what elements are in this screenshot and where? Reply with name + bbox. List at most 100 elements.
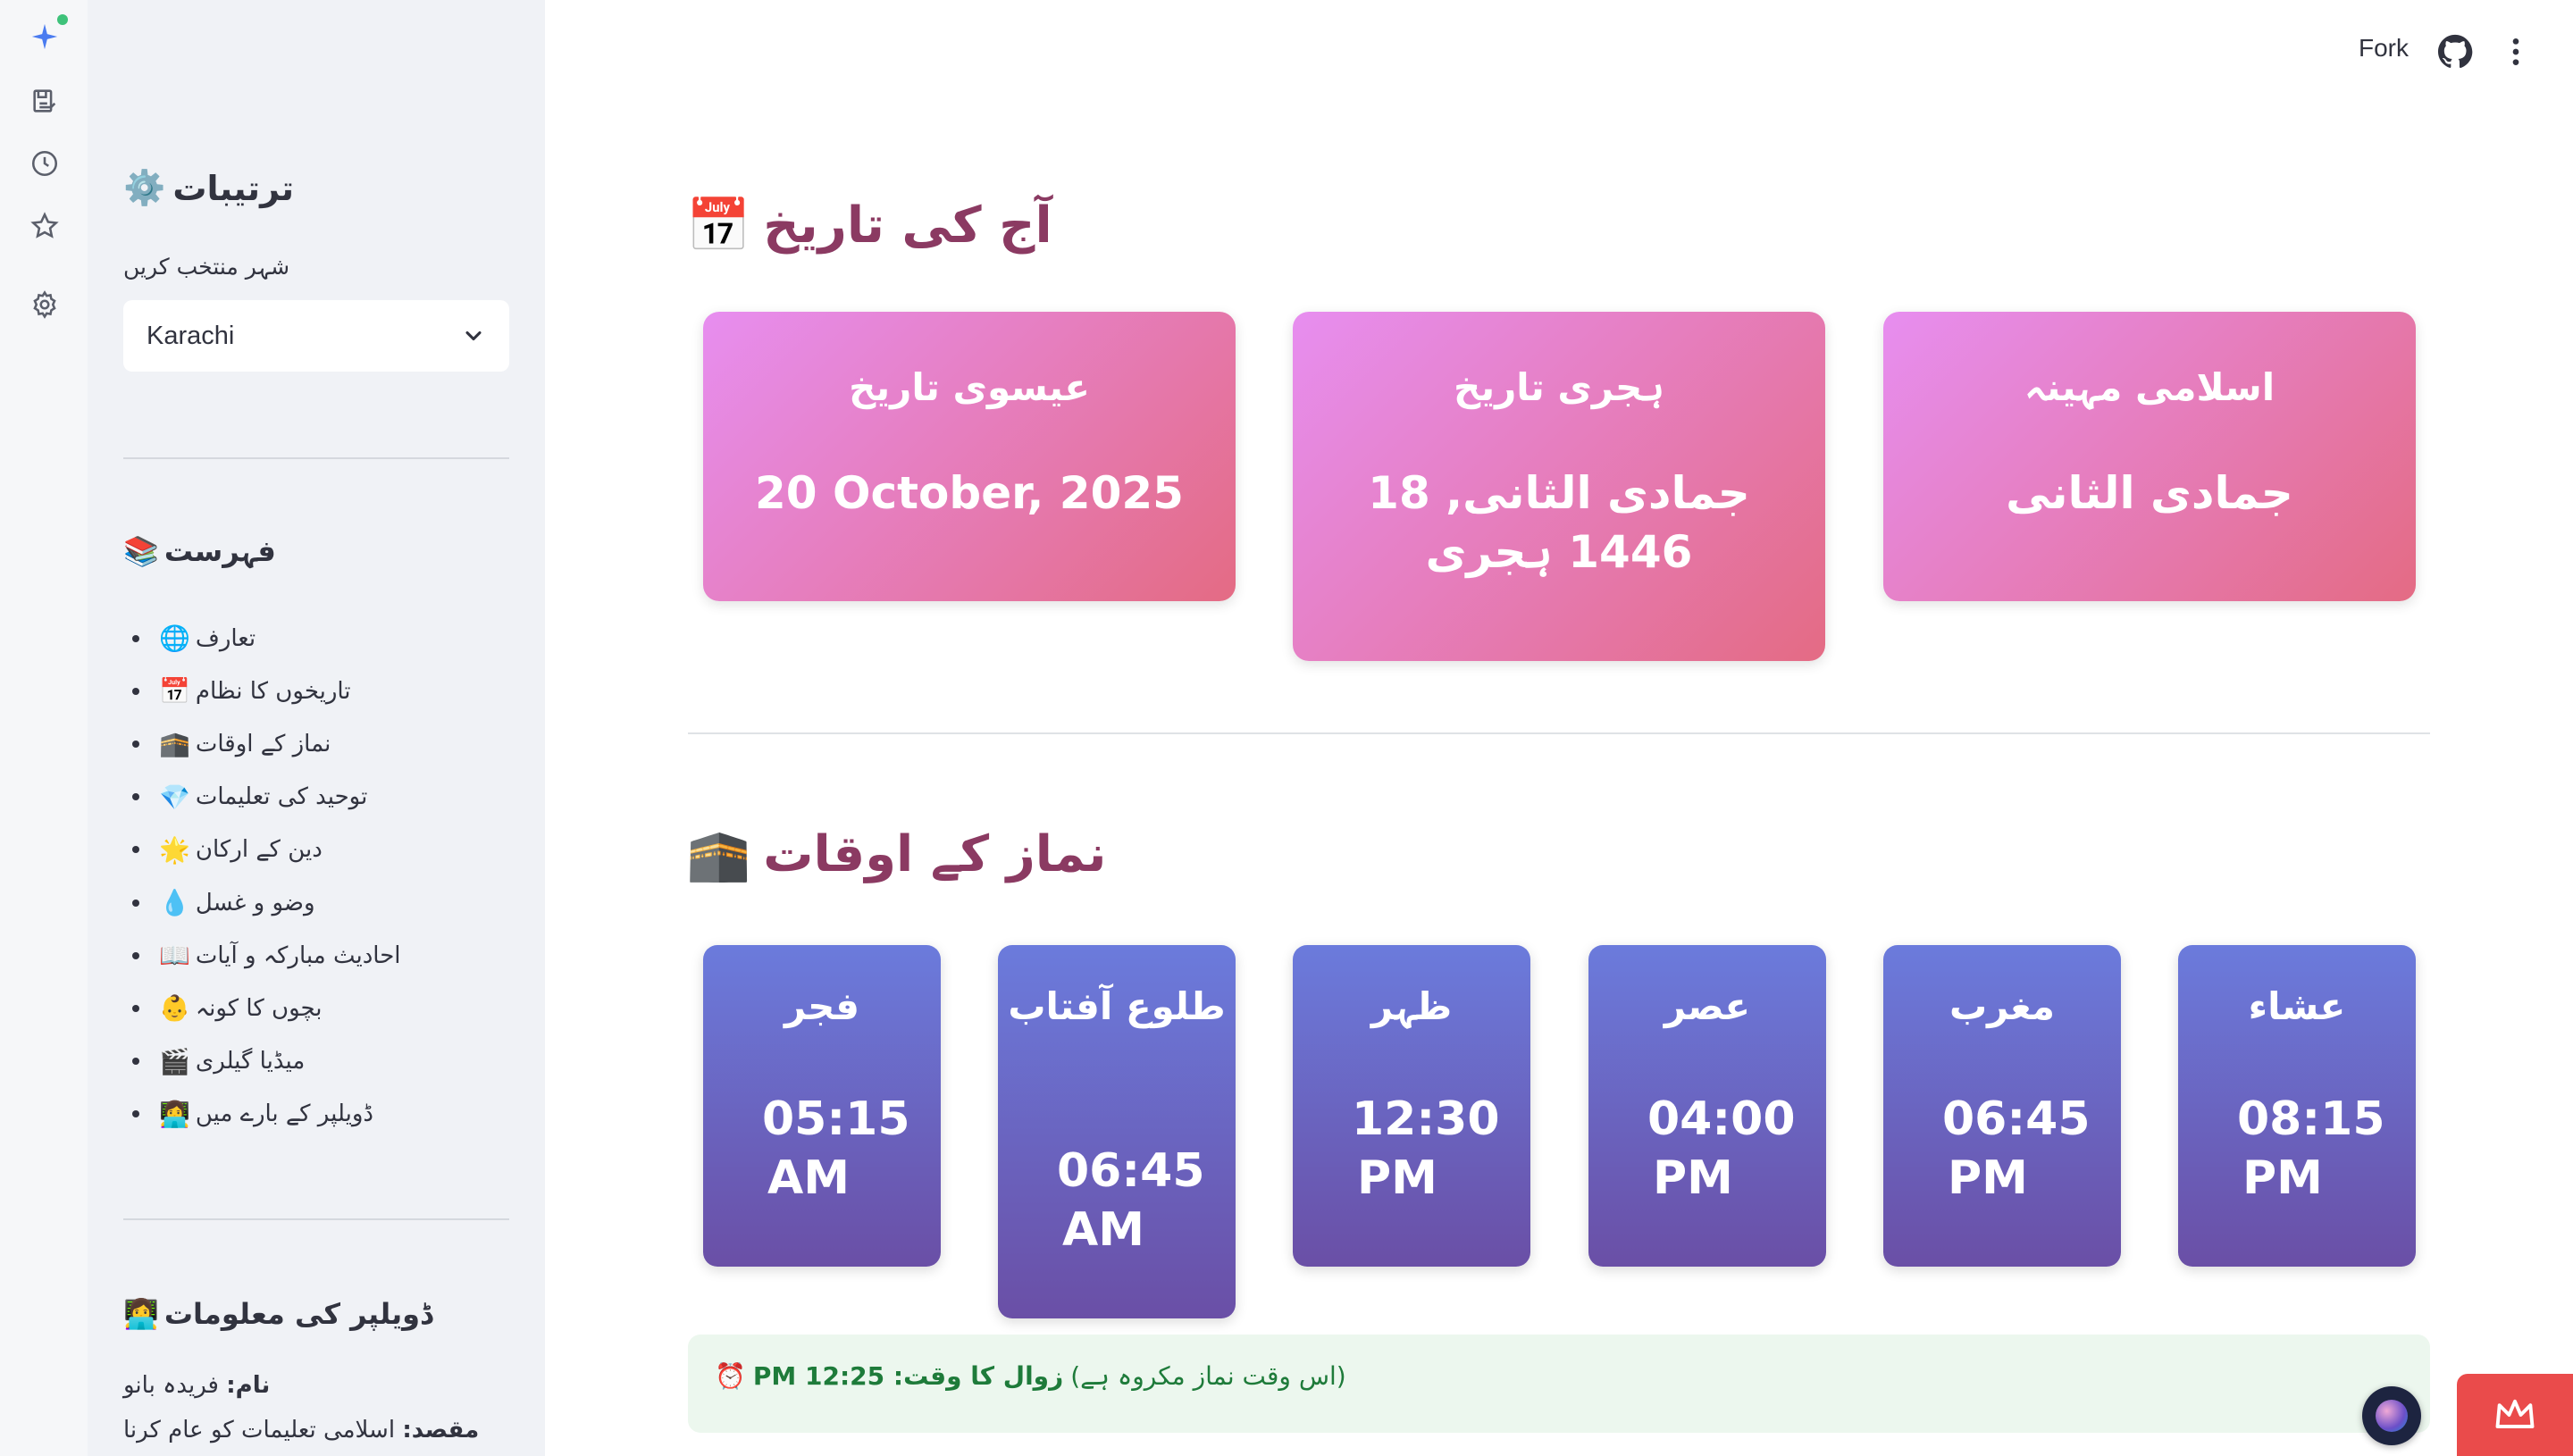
prayer-time: 04:00	[1647, 1092, 1796, 1146]
clock-icon[interactable]	[26, 145, 63, 182]
date-card-islamic-month: اسلامی مہینہ جمادی الثانی	[1883, 312, 2416, 601]
app-avatar-button[interactable]	[2362, 1386, 2421, 1445]
date-card-caption: عیسوی تاریخ	[849, 365, 1090, 409]
calendar-icon: 📅	[686, 195, 751, 255]
date-card-hijri: ہجری تاریخ جمادی الثانی, 18 1446 ہجری	[1293, 312, 1825, 661]
prayer-card-dhuhr: ظہر 12:30 PM	[1293, 945, 1530, 1267]
dev-info-title-text: ڈویلپر کی معلومات	[163, 1297, 433, 1331]
chevron-down-icon	[465, 331, 482, 341]
kebab-menu-icon[interactable]	[2498, 34, 2534, 70]
save-icon[interactable]	[26, 82, 63, 120]
streamlit-badge[interactable]	[2457, 1374, 2573, 1456]
sparkle-icon[interactable]	[26, 18, 63, 55]
toc-item[interactable]: 📖 احادیث مبارکہ و آیات	[123, 929, 509, 982]
bullet	[132, 687, 139, 695]
prayer-name: عصر	[1664, 984, 1751, 1028]
toc-item[interactable]: 📅 تاریخوں کا نظام	[123, 665, 509, 717]
dev-name-key: نام:	[226, 1372, 271, 1399]
prayer-name: فجر	[784, 984, 859, 1028]
toc-item-label: نماز کے اوقات	[195, 730, 331, 757]
prayer-name: طلوع آفتاب	[1008, 984, 1226, 1028]
toc-item[interactable]: 🕋 نماز کے اوقات	[123, 717, 509, 770]
dev-info-title: 👩‍💻 ڈویلپر کی معلومات	[123, 1297, 432, 1331]
github-icon[interactable]	[2437, 34, 2473, 70]
prayer-card-sunrise: طلوع آفتاب 06:45 AM	[998, 945, 1236, 1318]
bullet	[132, 1004, 139, 1012]
bullet	[132, 634, 139, 642]
toc-item-label: وضو و غسل	[195, 889, 315, 916]
star-icon: 🌟	[159, 834, 190, 865]
crown-icon	[2495, 1399, 2535, 1428]
bullet	[132, 1110, 139, 1118]
developer-icon: 👩‍💻	[123, 1297, 159, 1331]
date-card-value: 20 October, 2025	[755, 467, 1184, 519]
toc-item[interactable]: 🎬 میڈیا گیلری	[123, 1035, 509, 1088]
prayer-card-maghrib: مغرب 06:45 PM	[1883, 945, 2121, 1267]
city-select-value: Karachi	[147, 321, 235, 350]
prayer-card-fajr: فجر 05:15 AM	[703, 945, 941, 1267]
dev-name-value: فریدہ بانو	[123, 1372, 219, 1399]
city-select[interactable]: Karachi	[123, 300, 509, 372]
date-card-gregorian: عیسوی تاریخ 20 October, 2025	[703, 312, 1236, 601]
kaaba-icon: 🕋	[686, 824, 751, 884]
toc-item-label: دین کے ارکان	[195, 836, 323, 864]
prayer-time: 08:15	[2237, 1092, 2385, 1146]
calendar-icon: 📅	[159, 676, 190, 707]
toc-list: 🌐 تعارف 📅 تاریخوں کا نظام 🕋 نماز کے اوقات 💎…	[123, 612, 509, 1141]
toc-item[interactable]: 💎 توحید کی تعلیمات	[123, 771, 509, 824]
date-card-value: جمادی الثانی, 18 1446 ہجری	[1368, 467, 1750, 578]
zawal-alert: ⏰ زوال کا وقت: 12:25 PM (اس وقت نماز مکر…	[688, 1335, 2430, 1433]
toc-item-label: تاریخوں کا نظام	[195, 677, 351, 705]
sidebar-divider	[123, 1218, 509, 1220]
toc-item-label: ڈویلپر کے بارے میں	[195, 1100, 373, 1128]
prayer-name: مغرب	[1949, 984, 2056, 1028]
prayer-period: PM	[2242, 1151, 2323, 1205]
date-section-title: 📅 آج کی تاریخ	[686, 195, 1052, 256]
bullet	[132, 846, 139, 854]
date-section-title-text: آج کی تاریخ	[763, 197, 1052, 255]
prayer-time: 12:30	[1352, 1092, 1500, 1146]
prayer-period: AM	[1062, 1203, 1144, 1257]
toc-item[interactable]: 💧 وضو و غسل	[123, 876, 509, 929]
date-card-value: جمادی الثانی	[2006, 467, 2293, 519]
settings-icon[interactable]	[26, 286, 63, 323]
bullet	[132, 951, 139, 959]
toc-item[interactable]: 👶 بچوں کا کونہ	[123, 982, 509, 1034]
star-icon[interactable]	[26, 207, 63, 245]
toc-item[interactable]: 🌟 دین کے ارکان	[123, 824, 509, 876]
sidebar-title-text: ترتیبات	[172, 168, 294, 208]
dev-goal-key: مقصد:	[402, 1417, 480, 1443]
toc-item-label: بچوں کا کونہ	[195, 994, 323, 1022]
prayer-card-isha: عشاء 08:15 PM	[2178, 945, 2416, 1267]
bullet	[132, 793, 139, 801]
dev-name: نام: فریدہ بانو	[123, 1372, 270, 1399]
main-divider	[688, 732, 2430, 734]
toc-item[interactable]: 👩‍💻 ڈویلپر کے بارے میں	[123, 1088, 509, 1141]
book-icon: 📖	[159, 941, 190, 971]
prayer-time: 05:15	[762, 1092, 910, 1146]
dev-goal: مقصد: اسلامی تعلیمات کو عام کرنا	[123, 1417, 479, 1443]
baby-icon: 👶	[159, 993, 190, 1024]
prayer-name: ظہر	[1370, 984, 1453, 1028]
clapper-icon: 🎬	[159, 1046, 190, 1076]
gem-icon: 💎	[159, 782, 190, 812]
toc-item[interactable]: 🌐 تعارف	[123, 612, 509, 665]
toc-item-label: احادیث مبارکہ و آیات	[195, 941, 401, 969]
zawal-text: ⏰ زوال کا وقت: 12:25 PM (اس وقت نماز مکر…	[715, 1361, 1346, 1391]
globe-icon: 🌐	[159, 623, 190, 654]
prayer-section-title-text: نماز کے اوقات	[763, 825, 1107, 883]
zawal-time: زوال کا وقت: 12:25 PM	[752, 1361, 1064, 1391]
sidebar-title: ⚙️ ترتیبات	[123, 168, 294, 208]
bullet	[132, 1058, 139, 1066]
prayer-period: PM	[1653, 1151, 1733, 1205]
books-icon: 📚	[123, 534, 159, 568]
sidebar-divider	[123, 457, 509, 459]
toc-item-label: توحید کی تعلیمات	[195, 783, 368, 811]
fork-button[interactable]: Fork	[2359, 34, 2409, 63]
alarm-clock-icon: ⏰	[715, 1361, 746, 1391]
bullet	[132, 740, 139, 748]
kaaba-icon: 🕋	[159, 729, 190, 759]
prayer-period: PM	[1948, 1151, 2028, 1205]
date-card-caption: ہجری تاریخ	[1454, 365, 1664, 409]
gear-icon: ⚙️	[123, 168, 166, 207]
